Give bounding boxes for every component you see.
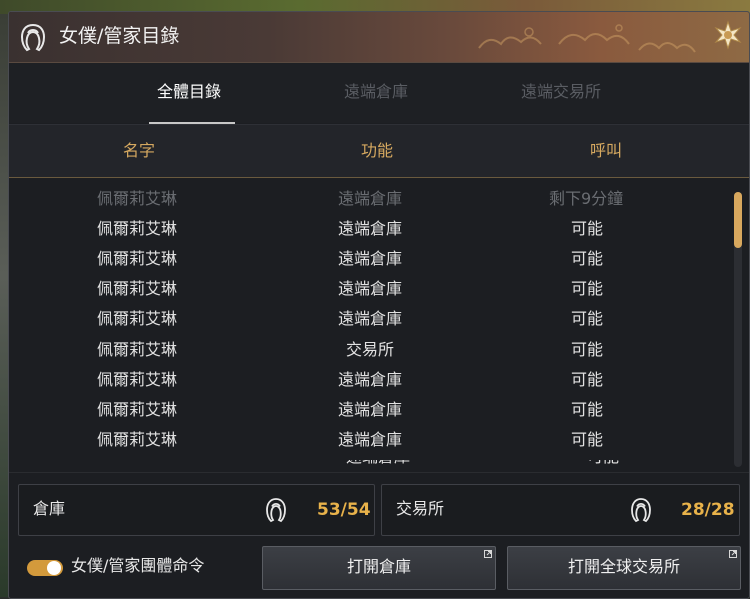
row-name: 佩爾莉艾琳 xyxy=(97,370,178,389)
column-header-call: 呼叫 xyxy=(590,141,623,160)
row-name: 佩爾莉艾琳 xyxy=(97,249,178,268)
row-name: 佩爾莉艾琳 xyxy=(97,189,178,208)
column-header-name: 名字 xyxy=(123,141,156,160)
row-function: 遠端倉庫 xyxy=(338,370,403,389)
list-row[interactable]: 佩爾莉艾琳 遠端倉庫 剩下9分鐘 xyxy=(9,184,729,214)
row-function: 遠端倉庫 xyxy=(338,279,403,298)
divider xyxy=(9,472,749,473)
cloud-ornament-icon xyxy=(478,24,696,53)
tab-remote-market[interactable]: 遠端交易所 xyxy=(521,81,601,103)
list-row[interactable]: 佩爾莉艾琳 遠端倉庫 可能 xyxy=(9,214,729,244)
maid-icon xyxy=(20,23,46,52)
list-row[interactable]: 佩爾莉艾琳 遠端倉庫 可能 xyxy=(9,365,729,395)
list-row[interactable]: 佩爾莉艾琳 遠端倉庫 可能 xyxy=(9,425,729,455)
list-row[interactable]: 佩爾莉艾琳 遠端倉庫 可能 xyxy=(9,244,729,274)
storage-count: 53/54 xyxy=(317,500,371,520)
storage-label: 倉庫 xyxy=(33,499,66,518)
row-function: 遠端倉庫 xyxy=(338,219,403,238)
row-call-status: 可能 xyxy=(587,460,619,468)
open-global-market-button[interactable]: 打開全球交易所 xyxy=(507,546,741,590)
external-window-icon xyxy=(729,550,737,558)
window-title: 女僕/管家目錄 xyxy=(59,25,180,47)
row-function: 遠端倉庫 xyxy=(338,309,403,328)
row-name: 佩爾莉艾琳 xyxy=(97,400,178,419)
maid-icon xyxy=(266,498,286,523)
row-function: 遠端倉庫 xyxy=(346,460,410,468)
tab-remote-storage[interactable]: 遠端倉庫 xyxy=(344,81,408,103)
market-label: 交易所 xyxy=(396,499,445,518)
row-name: 佩爾莉艾琳 xyxy=(97,430,178,449)
star-close-icon[interactable] xyxy=(713,20,743,50)
storage-capacity-panel: 倉庫 53/54 xyxy=(18,484,375,536)
open-storage-button[interactable]: 打開倉庫 xyxy=(262,546,496,590)
list-row[interactable]: 佩爾莉艾琳 遠端倉庫 可能 xyxy=(9,395,729,425)
row-function: 遠端倉庫 xyxy=(338,400,403,419)
list-scrollbar[interactable] xyxy=(734,192,742,467)
list-row[interactable]: 佩爾莉艾琳 交易所 可能 xyxy=(9,335,729,365)
market-count: 28/28 xyxy=(681,500,735,520)
column-header-function: 功能 xyxy=(361,141,394,160)
list-row[interactable]: 佩爾莉艾琳 遠端倉庫 可能 xyxy=(9,274,729,304)
row-call-status: 可能 xyxy=(571,309,604,328)
scrollbar-thumb[interactable] xyxy=(734,192,742,248)
row-function: 遠端倉庫 xyxy=(338,249,403,268)
row-name: 佩爾莉艾琳 xyxy=(97,340,178,359)
list-row[interactable]: 佩爾莉艾琳 遠端倉庫 可能 xyxy=(9,304,729,334)
row-function: 遠端倉庫 xyxy=(338,430,403,449)
row-call-status: 可能 xyxy=(571,340,604,359)
toggle-knob xyxy=(47,561,61,575)
row-call-status: 可能 xyxy=(571,279,604,298)
maid-icon xyxy=(631,498,651,523)
row-call-status: 剩下9分鐘 xyxy=(549,189,624,208)
group-command-label: 女僕/管家團體命令 xyxy=(71,556,205,575)
maid-list[interactable]: 佩爾莉艾琳 遠端倉庫 剩下9分鐘 佩爾莉艾琳 遠端倉庫 可能 佩爾莉艾琳 遠端倉… xyxy=(9,178,749,470)
row-call-status: 可能 xyxy=(571,370,604,389)
group-command-toggle[interactable] xyxy=(27,560,63,576)
market-capacity-panel: 交易所 28/28 xyxy=(381,484,740,536)
external-window-icon xyxy=(484,550,492,558)
row-call-status: 可能 xyxy=(571,249,604,268)
title-bar[interactable]: 女僕/管家目錄 xyxy=(9,12,749,63)
row-function: 遠端倉庫 xyxy=(338,189,403,208)
row-call-status: 可能 xyxy=(571,219,604,238)
list-row-partial[interactable]: 遠端倉庫 可能 xyxy=(9,460,729,468)
row-call-status: 可能 xyxy=(571,400,604,419)
row-name: 佩爾莉艾琳 xyxy=(97,309,178,328)
open-global-market-label: 打開全球交易所 xyxy=(567,557,680,576)
maid-butler-list-window: 女僕/管家目錄 全體目錄 遠端倉庫 遠端交易所 名字 功能 呼叫 佩爾莉艾琳 遠… xyxy=(8,11,750,599)
open-storage-label: 打開倉庫 xyxy=(346,557,411,576)
row-call-status: 可能 xyxy=(571,430,604,449)
row-name: 佩爾莉艾琳 xyxy=(97,219,178,238)
tab-all-list[interactable]: 全體目錄 xyxy=(157,81,221,103)
tab-bar: 全體目錄 遠端倉庫 遠端交易所 xyxy=(9,63,749,124)
column-header-row: 名字 功能 呼叫 xyxy=(9,124,749,178)
row-name: 佩爾莉艾琳 xyxy=(97,279,178,298)
row-function: 交易所 xyxy=(346,340,395,359)
